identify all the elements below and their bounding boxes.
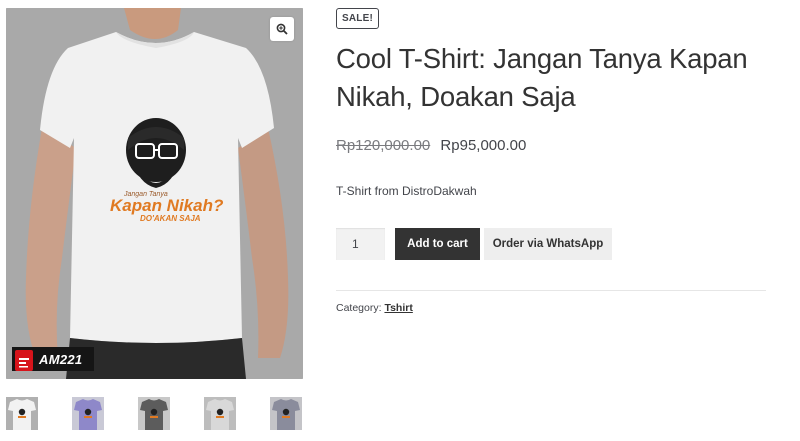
thumbnail-light-grey[interactable] [204, 397, 236, 430]
print-text-line3: DO'AKAN SAJA [140, 214, 201, 223]
product-main-image[interactable]: Jangan Tanya Kapan Nikah? DO'AKAN SAJA A… [6, 8, 303, 379]
thumbnail-dark-grey[interactable] [138, 397, 170, 430]
print-text-line2: Kapan Nikah? [110, 196, 224, 215]
thumbnail-purple[interactable] [72, 397, 104, 430]
zoom-in-icon [276, 23, 288, 35]
thumbnail-white[interactable] [6, 397, 38, 430]
whatsapp-order-button[interactable]: Order via WhatsApp [484, 228, 612, 260]
price: Rp120,000.00 Rp95,000.00 [336, 137, 526, 154]
category-link[interactable]: Tshirt [384, 302, 412, 314]
sale-price: Rp95,000.00 [440, 137, 527, 154]
zoom-button[interactable] [270, 17, 294, 41]
divider [336, 290, 766, 291]
sale-badge: SALE! [336, 8, 379, 29]
product-title-line1: Cool T-Shirt: Jangan Tanya Kapan [336, 43, 748, 74]
thumbnail-slate[interactable] [270, 397, 302, 430]
quantity-input[interactable] [336, 228, 385, 260]
product-title: Cool T-Shirt: Jangan Tanya Kapan Nikah, … [336, 40, 766, 116]
product-meta: Category: Tshirt [336, 302, 413, 314]
add-to-cart-button[interactable]: Add to cart [395, 228, 480, 260]
brand-logo [15, 350, 33, 371]
regular-price: Rp120,000.00 [336, 137, 431, 154]
product-title-line2: Nikah, Doakan Saja [336, 81, 576, 112]
sku-label: AM221 [39, 351, 83, 367]
category-label: Category: [336, 302, 382, 314]
thumbnail-gallery [0, 397, 310, 433]
sku-badge: AM221 [12, 347, 94, 371]
short-description: T-Shirt from DistroDakwah [336, 184, 477, 198]
